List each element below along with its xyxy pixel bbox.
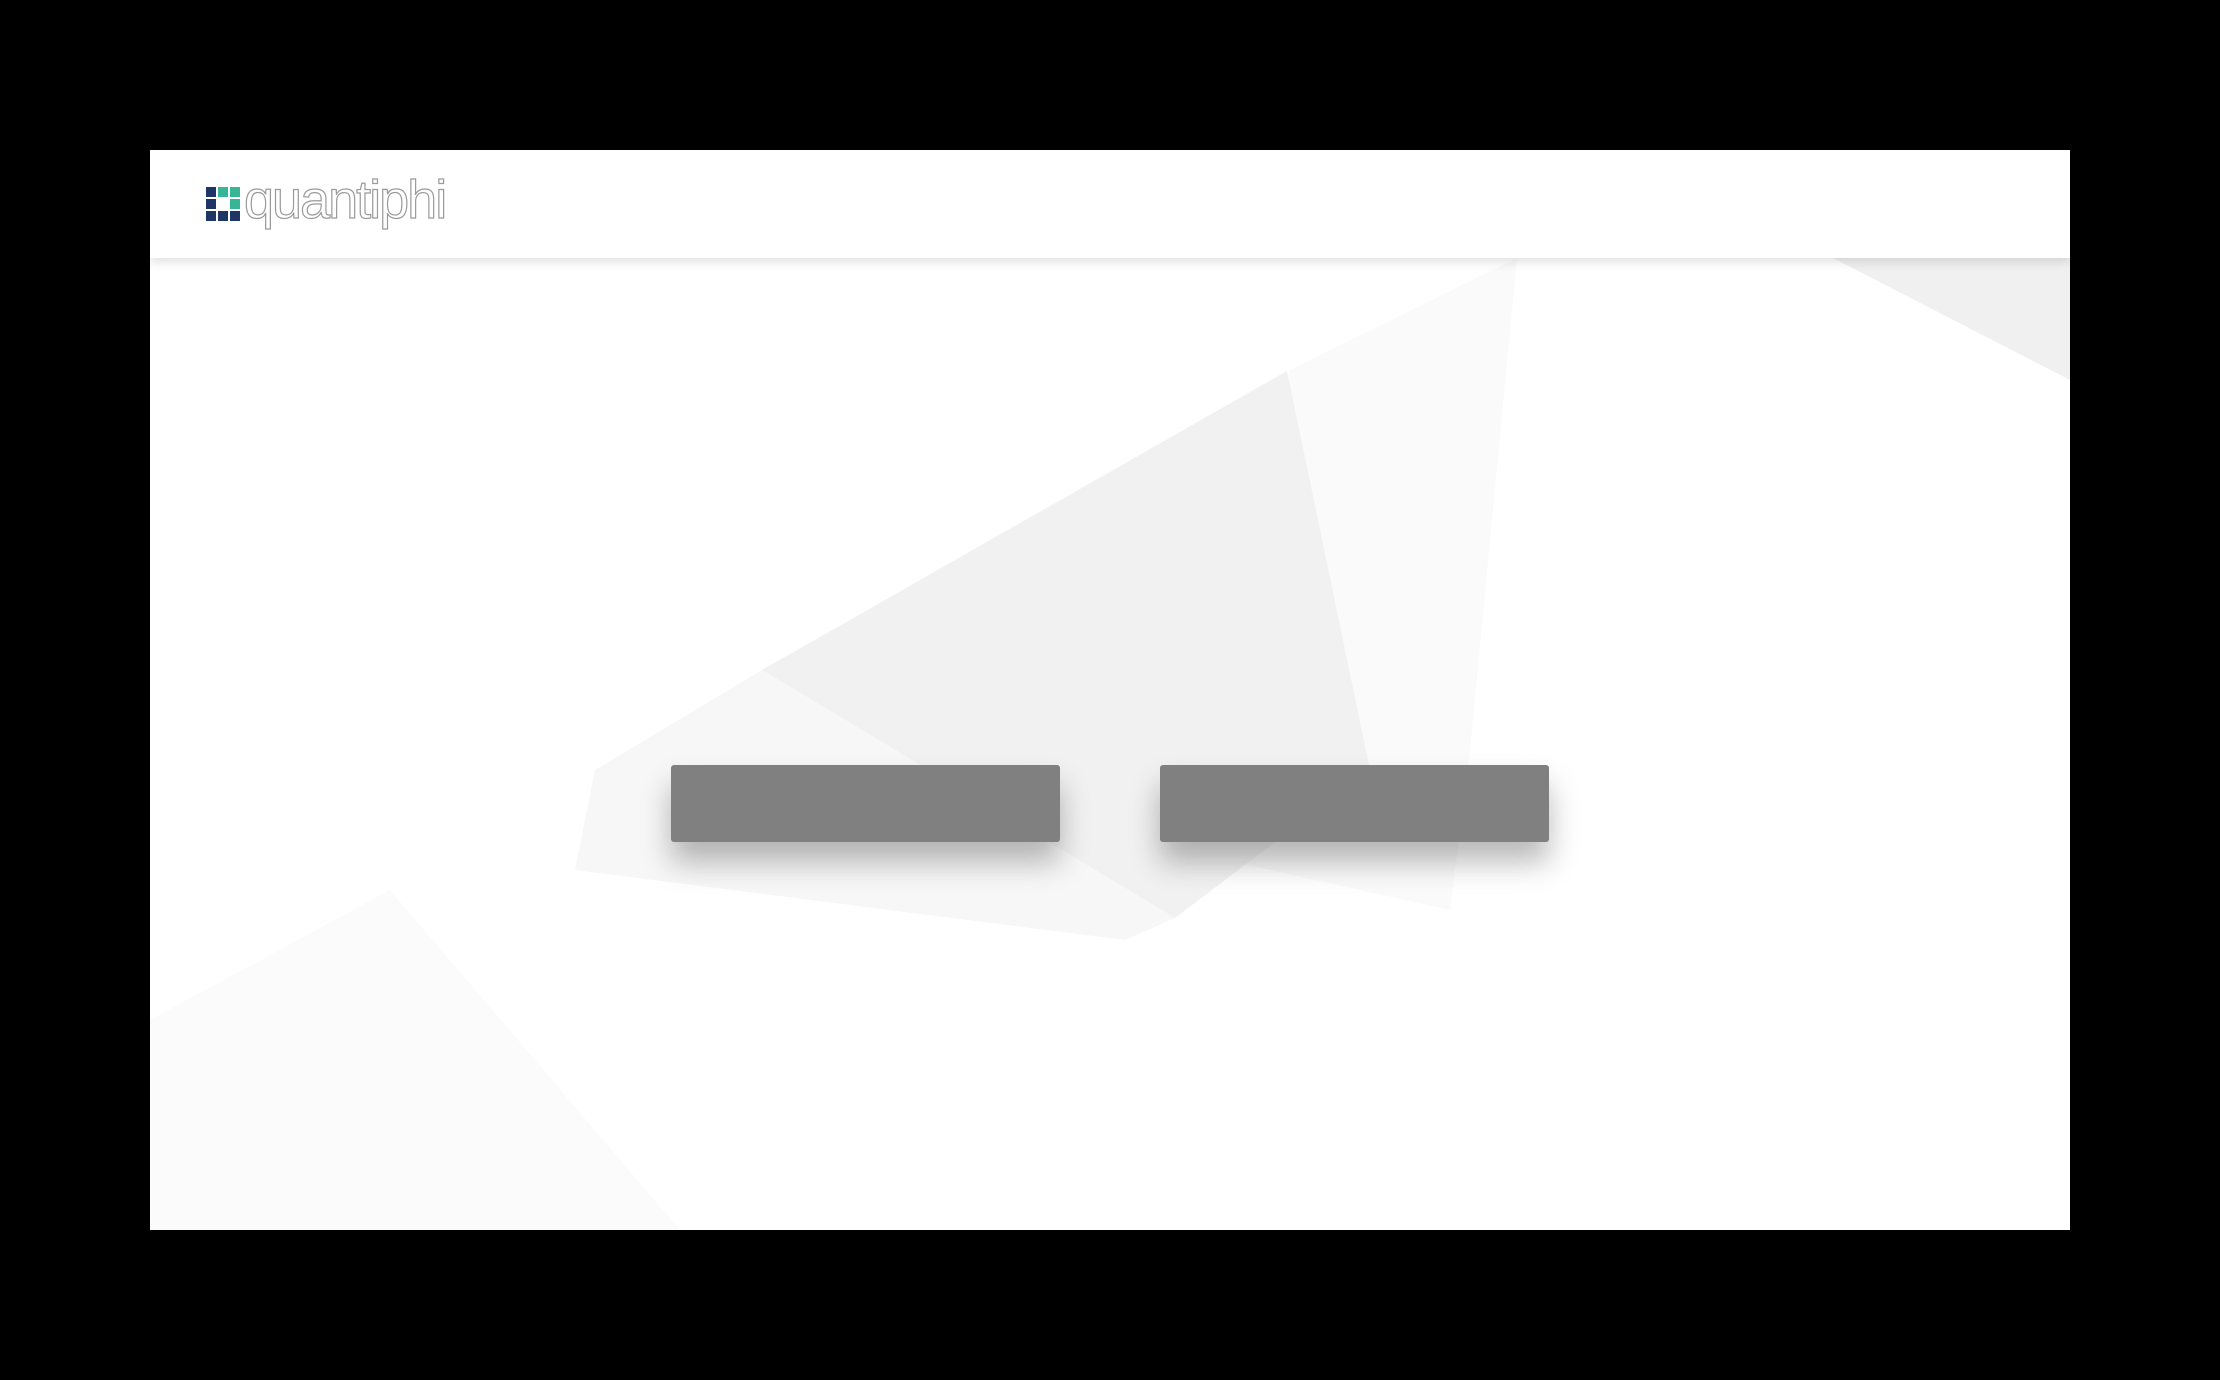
- primary-action-button-left[interactable]: [671, 765, 1060, 842]
- app-window: quantiphi: [150, 150, 2070, 1230]
- primary-action-button-right[interactable]: [1160, 765, 1549, 842]
- action-area: [150, 150, 2070, 1230]
